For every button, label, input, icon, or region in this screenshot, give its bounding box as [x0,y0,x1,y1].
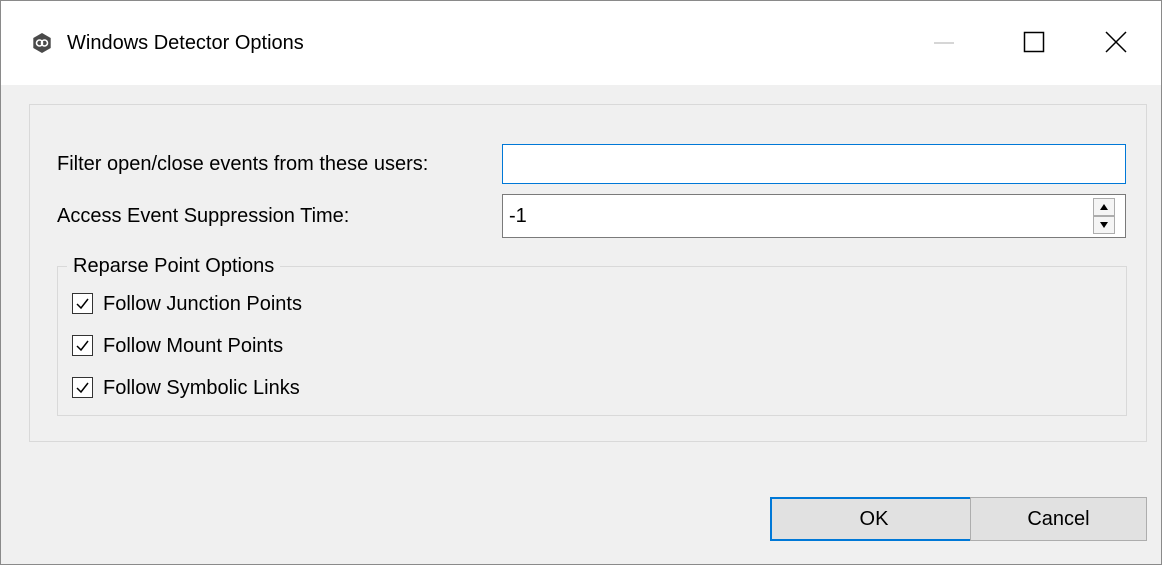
junction-points-label[interactable]: Follow Junction Points [103,292,302,316]
symbolic-links-label[interactable]: Follow Symbolic Links [103,376,300,400]
filter-users-label: Filter open/close events from these user… [57,153,429,175]
close-button[interactable] [1073,1,1161,85]
filter-users-input[interactable] [502,144,1126,184]
checkmark-icon [76,298,89,310]
suppression-time-value[interactable]: -1 [509,204,527,228]
checkbox-box[interactable] [72,293,93,314]
ok-button[interactable]: OK [770,497,978,541]
checkmark-icon [76,340,89,352]
chevron-up-icon [1100,204,1108,210]
close-icon [1105,31,1127,53]
minimize-button[interactable] [901,1,989,85]
suppression-time-spinner[interactable]: -1 [502,194,1126,238]
spinner-down-button[interactable] [1093,216,1115,234]
checkmark-icon [76,382,89,394]
checkbox-box[interactable] [72,377,93,398]
spinner-up-button[interactable] [1093,198,1115,216]
cancel-button[interactable]: Cancel [970,497,1147,541]
chevron-down-icon [1100,222,1108,228]
suppression-time-label: Access Event Suppression Time: [57,205,350,227]
mount-points-label[interactable]: Follow Mount Points [103,334,283,358]
maximize-icon [1023,31,1045,53]
app-logo-icon [33,33,51,53]
checkbox-box[interactable] [72,335,93,356]
reparse-options-legend: Reparse Point Options [67,254,281,278]
dialog-window: Windows Detector Options Filter open/clo… [0,0,1162,565]
window-title: Windows Detector Options [67,32,304,54]
maximize-button[interactable] [991,1,1079,85]
minimize-icon [934,42,954,44]
title-bar[interactable]: Windows Detector Options [1,1,1161,85]
